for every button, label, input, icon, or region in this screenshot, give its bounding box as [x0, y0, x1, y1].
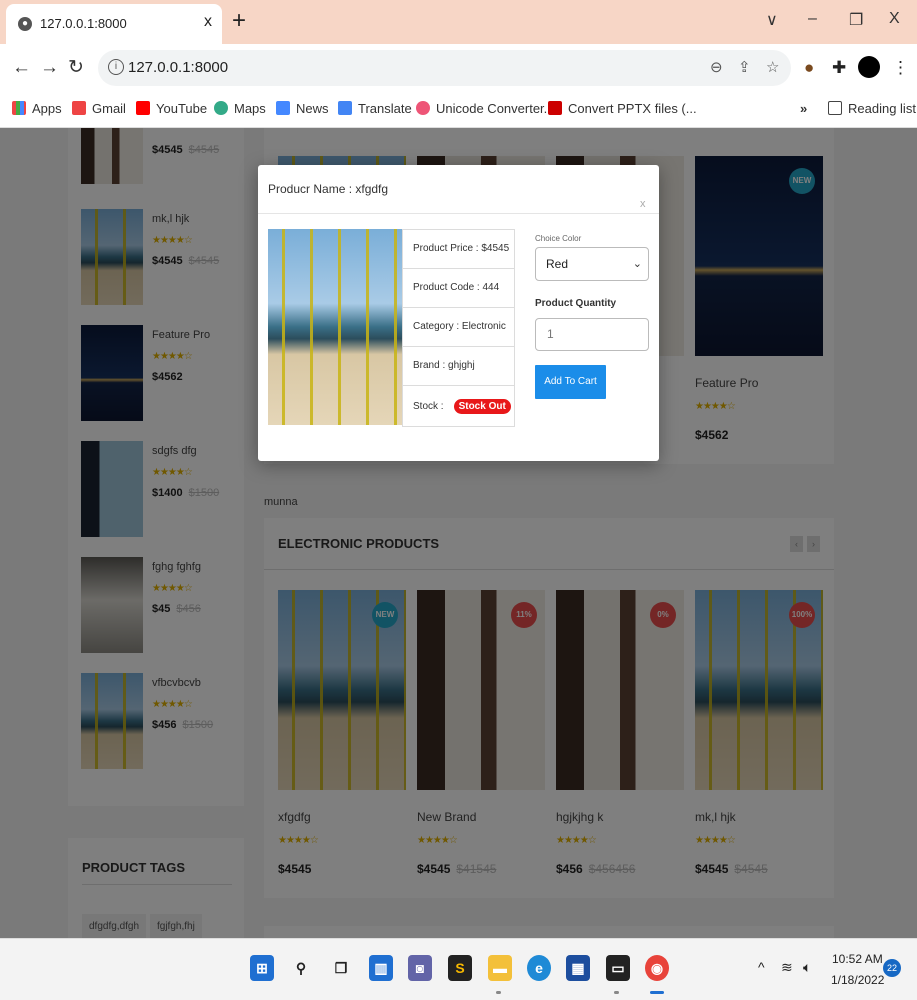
active-indicator: [650, 991, 664, 994]
volume-icon[interactable]: 🔈︎: [803, 959, 811, 976]
pdf-icon: [548, 101, 562, 115]
browser-tab-strip: ● 127.0.0.1:8000 x + ∨ – ❐ X: [0, 0, 917, 44]
product-image: [268, 229, 402, 425]
minimize-button[interactable]: –: [808, 10, 817, 28]
youtube-icon: [136, 101, 150, 115]
gmail-icon: [72, 101, 86, 115]
product-category-row: Category : Electronic: [403, 308, 514, 347]
add-to-cart-button[interactable]: Add To Cart: [535, 365, 606, 399]
reload-icon[interactable]: ↻: [68, 57, 84, 79]
color-select[interactable]: Red ⌄: [535, 247, 649, 281]
share-icon[interactable]: ⇪: [738, 58, 751, 76]
sublime-text-icon[interactable]: S: [448, 955, 472, 981]
selected-color: Red: [546, 257, 569, 271]
bookmark-unicode-converter[interactable]: Unicode Converter...: [416, 101, 555, 116]
product-quick-view-modal: Producr Name : xfgdfg x Product Price : …: [258, 165, 659, 461]
divider: [258, 213, 659, 214]
zoom-icon[interactable]: ⊖: [710, 58, 723, 76]
running-indicator: [614, 991, 619, 994]
file-explorer-icon[interactable]: ▬: [488, 955, 512, 981]
unicode-converter-icon: [416, 101, 430, 115]
stock-label: Stock :: [413, 401, 444, 412]
bookmark-news[interactable]: News: [276, 101, 329, 116]
news-icon: [276, 101, 290, 115]
running-indicator: [496, 991, 501, 994]
taskbar: ⊞ ⚲ ❐ ▥ ◙ S ▬ e ▦ ▭ ◉ ^ ≋ 🔈︎ 10:52 AM 1/…: [0, 938, 917, 1000]
url-text[interactable]: 127.0.0.1:8000: [128, 59, 228, 76]
bookmark-maps[interactable]: Maps: [214, 101, 266, 116]
bookmark-star-icon[interactable]: ☆: [766, 58, 779, 76]
tab-close-icon[interactable]: x: [204, 13, 212, 31]
reading-list-icon: [828, 101, 842, 115]
bookmark-convert-pptx[interactable]: Convert PPTX files (...: [548, 101, 697, 116]
bookmarks-bar: Apps Gmail YouTube Maps News Translate U…: [0, 92, 917, 128]
product-code-row: Product Code : 444: [403, 269, 514, 308]
globe-icon: ●: [18, 17, 32, 31]
close-window-button[interactable]: X: [889, 10, 900, 28]
profile-avatar[interactable]: [858, 56, 880, 78]
product-info-list: Product Price : $4545 Product Code : 444…: [402, 229, 515, 427]
bookmark-youtube[interactable]: YouTube: [136, 101, 207, 116]
quantity-input[interactable]: 1: [535, 318, 649, 351]
task-view-icon[interactable]: ❐: [329, 955, 353, 981]
cookie-extension-icon[interactable]: ●: [804, 58, 814, 78]
tab-title: 127.0.0.1:8000: [40, 16, 127, 31]
teams-chat-icon[interactable]: ◙: [408, 955, 432, 981]
chevron-down-icon: ⌄: [632, 258, 642, 270]
forward-arrow-icon[interactable]: →: [40, 57, 59, 79]
clock-date[interactable]: 1/18/2022: [831, 973, 884, 987]
browser-toolbar: ← → ↻ i 127.0.0.1:8000 ⊖ ⇪ ☆ ● ✚ ⋮: [0, 44, 917, 92]
browser-tab[interactable]: ● 127.0.0.1:8000 x: [6, 4, 222, 44]
clock-time[interactable]: 10:52 AM: [832, 952, 883, 966]
back-arrow-icon[interactable]: ←: [12, 57, 31, 79]
maximize-button[interactable]: ❐: [849, 10, 863, 30]
site-info-icon[interactable]: i: [108, 59, 124, 75]
quantity-label: Product Quantity: [535, 298, 617, 309]
tab-search-icon[interactable]: ∨: [766, 10, 778, 30]
notification-badge[interactable]: 22: [883, 959, 901, 977]
product-stock-row: Stock : Stock Out: [403, 386, 514, 425]
bookmark-gmail[interactable]: Gmail: [72, 101, 126, 116]
stock-status-badge: Stock Out: [453, 399, 511, 414]
more-menu-icon[interactable]: ⋮: [892, 58, 909, 78]
edge-browser-icon[interactable]: e: [527, 955, 551, 981]
microsoft-store-icon[interactable]: ▦: [566, 955, 590, 981]
close-icon[interactable]: x: [640, 198, 646, 210]
chevron-up-icon[interactable]: ^: [758, 959, 765, 975]
bookmark-translate[interactable]: Translate: [338, 101, 412, 116]
wifi-icon[interactable]: ≋: [781, 959, 793, 976]
maps-pin-icon: [214, 101, 228, 115]
translate-icon: [338, 101, 352, 115]
apps-grid-icon: [12, 101, 26, 115]
color-label: Choice Color: [535, 234, 582, 243]
new-tab-button[interactable]: +: [232, 8, 246, 34]
bookmarks-overflow-button[interactable]: »: [800, 101, 807, 116]
product-price-row: Product Price : $4545: [403, 230, 514, 269]
extensions-puzzle-icon[interactable]: ✚: [832, 58, 846, 78]
product-brand-row: Brand : ghjghj: [403, 347, 514, 386]
terminal-icon[interactable]: ▭: [606, 955, 630, 981]
windows-start-icon[interactable]: ⊞: [250, 955, 274, 981]
chrome-icon[interactable]: ◉: [645, 955, 669, 981]
search-icon[interactable]: ⚲: [289, 955, 313, 981]
modal-title: Producr Name : xfgdfg: [268, 182, 389, 196]
widgets-icon[interactable]: ▥: [369, 955, 393, 981]
address-bar[interactable]: i 127.0.0.1:8000 ⊖ ⇪ ☆: [98, 50, 791, 86]
reading-list-button[interactable]: Reading list: [828, 101, 916, 116]
bookmark-apps[interactable]: Apps: [12, 101, 62, 116]
